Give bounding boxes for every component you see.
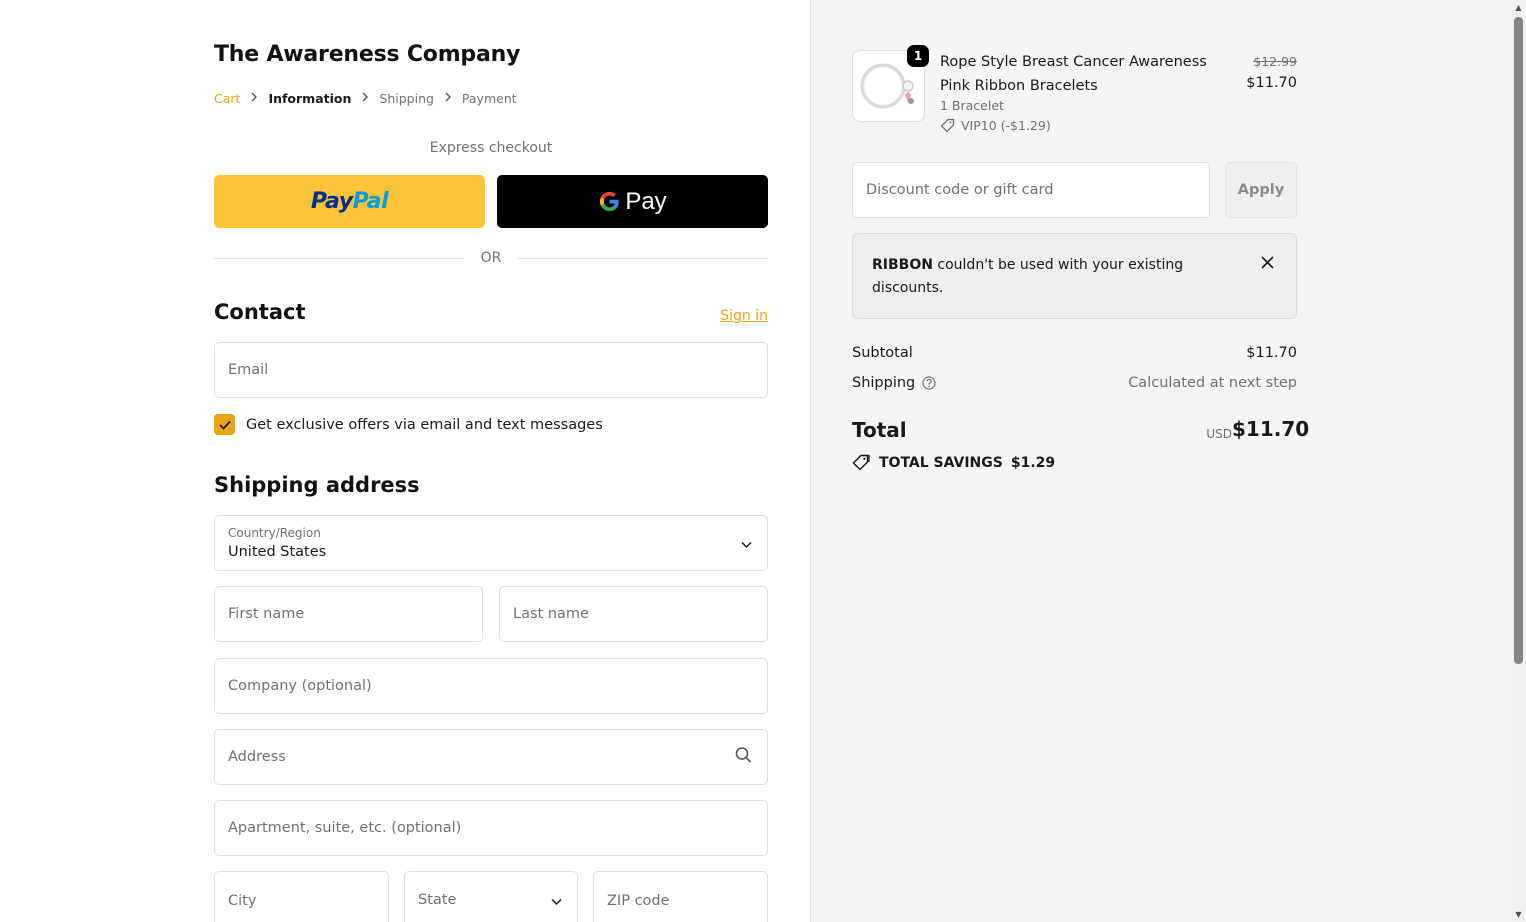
chevron-down-icon — [741, 534, 752, 553]
chevron-right-icon — [240, 92, 268, 105]
breadcrumb-information: Information — [268, 91, 352, 106]
product-price: $11.70 — [1246, 75, 1297, 91]
total-label: Total — [852, 418, 907, 442]
first-name-field[interactable]: First name — [214, 586, 483, 642]
or-text: OR — [480, 250, 502, 266]
city-placeholder: City — [228, 893, 257, 909]
scroll-up-arrow-icon[interactable]: ▲ — [1511, 0, 1526, 15]
product-discount: VIP10 (-$1.29) — [940, 118, 1051, 133]
google-pay-label: Pay — [625, 187, 667, 215]
offers-checkbox-row[interactable]: Get exclusive offers via email and text … — [214, 414, 603, 435]
tag-icon — [940, 118, 955, 133]
breadcrumb-payment: Payment — [461, 91, 517, 106]
savings-label: TOTAL SAVINGS — [879, 454, 1003, 471]
offers-checkbox[interactable] — [214, 414, 235, 435]
shipping-address-heading: Shipping address — [214, 473, 420, 497]
country-value: United States — [228, 544, 327, 560]
zip-placeholder: ZIP code — [607, 893, 670, 909]
first-name-placeholder: First name — [228, 606, 305, 622]
address-placeholder: Address — [228, 749, 286, 765]
email-field[interactable]: Email — [214, 342, 768, 398]
sign-in-link[interactable]: Sign in — [700, 308, 768, 324]
product-discount-text: VIP10 (-$1.29) — [961, 118, 1051, 133]
total-amount: $11.70 — [1232, 417, 1310, 441]
offers-label: Get exclusive offers via email and text … — [246, 416, 603, 433]
notice-code: RIBBON — [872, 257, 933, 273]
product-price-original: $12.99 — [1253, 54, 1297, 69]
city-field[interactable]: City — [214, 871, 389, 922]
breadcrumb-cart[interactable]: Cart — [214, 91, 240, 106]
express-checkout-label: Express checkout — [429, 140, 553, 156]
checkout-main: The Awareness Company Cart Information S… — [0, 0, 810, 922]
paypal-logo: PayPal — [310, 189, 389, 214]
quantity-badge: 1 — [907, 45, 929, 67]
subtotal-value: $11.70 — [1246, 345, 1297, 361]
chevron-right-icon — [351, 92, 379, 105]
savings-amount: $1.29 — [1010, 454, 1056, 471]
email-placeholder: Email — [228, 362, 269, 378]
state-select[interactable]: State — [404, 871, 578, 922]
paypal-button[interactable]: PayPal — [214, 175, 485, 228]
scrollbar[interactable]: ▲ ▼ — [1511, 0, 1526, 922]
discount-code-placeholder: Discount code or gift card — [866, 182, 1054, 198]
breadcrumb: Cart Information Shipping Payment — [214, 91, 517, 106]
scroll-down-arrow-icon[interactable]: ▼ — [1511, 907, 1526, 922]
country-select[interactable]: Country/Region United States — [214, 515, 768, 571]
google-pay-button[interactable]: Pay — [497, 175, 768, 228]
subtotal-label: Subtotal — [852, 345, 913, 361]
google-g-icon — [600, 191, 620, 212]
breadcrumb-shipping: Shipping — [379, 91, 434, 106]
apartment-field[interactable]: Apartment, suite, etc. (optional) — [214, 800, 768, 856]
chevron-down-icon — [551, 891, 562, 910]
product-name: Rope Style Breast Cancer Awareness Pink … — [940, 54, 1207, 94]
store-name[interactable]: The Awareness Company — [214, 42, 520, 67]
company-placeholder: Company (optional) — [228, 678, 372, 694]
apply-button[interactable]: Apply — [1225, 162, 1297, 218]
address-field[interactable]: Address — [214, 729, 768, 785]
checkmark-icon — [218, 420, 231, 430]
search-icon[interactable] — [735, 747, 752, 768]
close-icon[interactable] — [1261, 254, 1274, 273]
shipping-label: Shipping — [852, 375, 916, 391]
country-label: Country/Region — [228, 526, 321, 540]
discount-code-field[interactable]: Discount code or gift card — [852, 162, 1210, 218]
discount-error-notice: RIBBON couldn't be used with your existi… — [852, 233, 1297, 319]
apartment-placeholder: Apartment, suite, etc. (optional) — [228, 820, 462, 836]
shipping-value: Calculated at next step — [1128, 375, 1297, 391]
company-field[interactable]: Company (optional) — [214, 658, 768, 714]
notice-text: RIBBON couldn't be used with your existi… — [872, 254, 1212, 300]
or-divider: OR — [214, 250, 768, 268]
help-circle-icon[interactable] — [922, 376, 936, 390]
total-currency: USD — [1206, 427, 1232, 441]
state-placeholder: State — [418, 892, 457, 908]
product-variant: 1 Bracelet — [940, 98, 1004, 113]
chevron-right-icon — [434, 92, 462, 105]
scrollbar-thumb[interactable] — [1514, 17, 1523, 664]
contact-heading: Contact — [214, 300, 306, 324]
total-savings: TOTAL SAVINGS $1.29 — [852, 454, 1055, 471]
last-name-field[interactable]: Last name — [499, 586, 768, 642]
last-name-placeholder: Last name — [513, 606, 589, 622]
savings-tag-icon — [852, 454, 870, 471]
zip-field[interactable]: ZIP code — [593, 871, 768, 922]
